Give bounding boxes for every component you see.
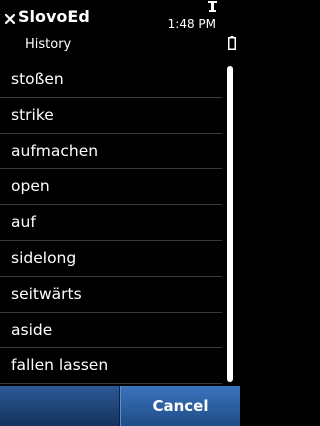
history-item[interactable]: sidelong [0, 241, 222, 277]
signal-icon [208, 1, 217, 12]
history-item[interactable]: aufmachen [0, 134, 222, 170]
history-item[interactable]: seitwärts [0, 277, 222, 313]
history-list: stoßen strike aufmachen open auf sidelong seit… [0, 62, 222, 385]
history-item[interactable]: auf [0, 205, 222, 241]
scroll-thumb[interactable] [227, 66, 233, 382]
history-item[interactable]: aside [0, 313, 222, 349]
cancel-button[interactable]: Cancel [120, 386, 240, 426]
title-bar: SlovoEd History 1:48 PM [0, 0, 240, 64]
left-softkey [0, 386, 120, 426]
scrollbar[interactable] [227, 66, 233, 382]
app-title: SlovoEd [18, 7, 90, 26]
history-item[interactable]: fallen lassen [0, 348, 222, 385]
history-item[interactable]: stoßen [0, 62, 222, 98]
battery-icon [228, 36, 236, 50]
history-item[interactable]: open [0, 169, 222, 206]
clock: 1:48 PM [167, 17, 216, 31]
close-icon[interactable] [3, 12, 17, 26]
history-item[interactable]: strike [0, 98, 222, 134]
page-subtitle: History [25, 37, 72, 52]
